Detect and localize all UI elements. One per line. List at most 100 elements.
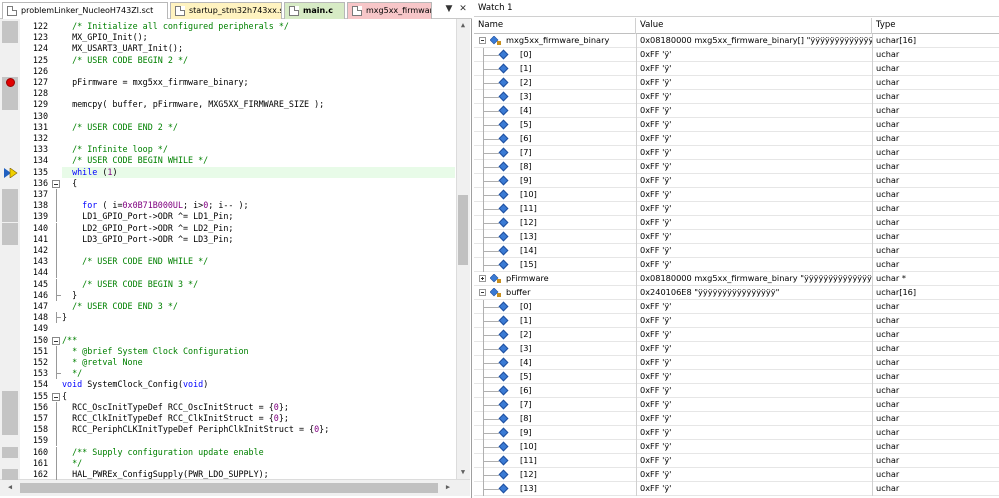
executable-line-marker[interactable] [2,99,18,111]
watch-row[interactable]: [8] 0xFF 'ÿ' uchar [474,412,999,426]
code-line[interactable]: /* Infinite loop */ [62,144,168,155]
watch-value-cell[interactable]: 0xFF 'ÿ' [636,90,872,104]
watch-value-cell[interactable]: 0xFF 'ÿ' [636,48,872,62]
code-line[interactable]: { [62,178,77,189]
watch-value-cell[interactable]: 0x08180000 mxg5xx_firmware_binary[] "ÿÿÿ… [636,34,872,48]
fold-toggle-icon[interactable] [52,178,62,189]
horizontal-scrollbar-thumb[interactable] [20,483,438,493]
executable-line-marker[interactable] [2,424,18,436]
code-line[interactable]: RCC_PeriphCLKInitTypeDef PeriphClkInitSt… [62,424,329,435]
executable-line-marker[interactable] [2,233,18,245]
watch-row[interactable]: pFirmware 0x08180000 mxg5xx_firmware_bina… [474,272,999,286]
executable-line-marker[interactable] [2,390,18,402]
watch-row[interactable]: [8] 0xFF 'ÿ' uchar [474,160,999,174]
watch-value-cell[interactable]: 0xFF 'ÿ' [636,174,872,188]
code-line[interactable]: /* USER CODE BEGIN 2 */ [62,55,188,66]
executable-line-marker[interactable] [2,200,18,212]
close-tab-icon[interactable]: ✕ [457,3,469,15]
code-line[interactable]: /** Supply configuration update enable [62,447,264,458]
watch-row[interactable]: [11] 0xFF 'ÿ' uchar [474,454,999,468]
code-line[interactable]: } [62,290,77,301]
code-line[interactable]: /* USER CODE BEGIN 3 */ [62,279,198,290]
code-line[interactable]: for ( i=0x0B71B000UL; i>0; i-- ); [62,200,248,211]
watch-value-cell[interactable]: 0xFF 'ÿ' [636,146,872,160]
watch-row[interactable]: [14] 0xFF 'ÿ' uchar [474,244,999,258]
executable-line-marker[interactable] [2,401,18,413]
watch-row[interactable]: [3] 0xFF 'ÿ' uchar [474,342,999,356]
code-line[interactable]: /* USER CODE END WHILE */ [62,256,208,267]
watch-row[interactable]: buffer 0x240106E8 "ÿÿÿÿÿÿÿÿÿÿÿÿÿÿÿÿ" uchar… [474,286,999,300]
code-line[interactable]: RCC_OscInitTypeDef RCC_OscInitStruct = {… [62,402,289,413]
watch-row[interactable]: [9] 0xFF 'ÿ' uchar [474,426,999,440]
editor-tab[interactable]: mxg5xx_firmware.h [347,2,432,19]
code-line[interactable]: * @retval None [62,357,143,368]
tab-list-dropdown-icon[interactable]: ▼ [443,3,455,15]
collapse-icon[interactable] [479,289,486,296]
watch-row[interactable]: [11] 0xFF 'ÿ' uchar [474,202,999,216]
watch-value-cell[interactable]: 0xFF 'ÿ' [636,398,872,412]
breakpoint-icon[interactable] [6,78,15,87]
watch-value-cell[interactable]: 0xFF 'ÿ' [636,118,872,132]
watch-value-cell[interactable]: 0xFF 'ÿ' [636,426,872,440]
scroll-down-arrow-icon[interactable]: ▼ [457,468,469,476]
executable-line-marker[interactable] [2,32,18,44]
code-line[interactable]: LD2_GPIO_Port->ODR ^= LD2_Pin; [62,223,233,234]
watch-row[interactable]: [3] 0xFF 'ÿ' uchar [474,90,999,104]
executable-line-marker[interactable] [2,413,18,424]
code-line[interactable]: } [62,312,67,323]
column-header-value[interactable]: Value [636,18,872,34]
watch-row[interactable]: [2] 0xFF 'ÿ' uchar [474,76,999,90]
scroll-right-arrow-icon[interactable]: ▶ [442,483,454,491]
watch-value-cell[interactable]: 0xFF 'ÿ' [636,384,872,398]
executable-line-marker[interactable] [2,222,18,234]
fold-toggle-icon[interactable] [52,391,62,402]
watch-row[interactable]: [10] 0xFF 'ÿ' uchar [474,440,999,454]
watch-value-cell[interactable]: 0xFF 'ÿ' [636,468,872,482]
code-line[interactable]: LD3_GPIO_Port->ODR ^= LD3_Pin; [62,234,233,245]
executable-line-marker[interactable] [2,88,18,100]
watch-value-cell[interactable]: 0xFF 'ÿ' [636,412,872,426]
expand-icon[interactable] [479,275,486,282]
watch-row[interactable]: [0] 0xFF 'ÿ' uchar [474,300,999,314]
collapse-icon[interactable] [479,37,486,44]
watch-row[interactable]: mxg5xx_firmware_binary 0x08180000 mxg5xx_… [474,34,999,48]
watch-value-cell[interactable]: 0xFF 'ÿ' [636,258,872,272]
watch-row[interactable]: [9] 0xFF 'ÿ' uchar [474,174,999,188]
watch-value-cell[interactable]: 0x240106E8 "ÿÿÿÿÿÿÿÿÿÿÿÿÿÿÿÿ" [636,286,872,300]
code-line[interactable]: /* USER CODE END 2 */ [62,122,178,133]
watch-row[interactable]: [6] 0xFF 'ÿ' uchar [474,384,999,398]
executable-line-marker[interactable] [2,446,18,458]
scroll-up-arrow-icon[interactable]: ▲ [457,21,469,29]
code-line[interactable]: */ [62,368,82,379]
code-line[interactable]: /* Initialize all configured peripherals… [62,21,289,32]
code-editor[interactable]: ▲ ▼ ◀ ▶ 122 /* Initialize all configured… [0,19,472,498]
editor-tab[interactable]: startup_stm32h743xx.s [170,2,282,19]
executable-line-marker[interactable] [2,211,18,223]
watch-row[interactable]: [7] 0xFF 'ÿ' uchar [474,146,999,160]
watch-row[interactable]: [12] 0xFF 'ÿ' uchar [474,468,999,482]
code-line[interactable]: HAL_PWREx_ConfigSupply(PWR_LDO_SUPPLY); [62,469,269,480]
watch-value-cell[interactable]: 0xFF 'ÿ' [636,244,872,258]
code-line[interactable]: LD1_GPIO_Port->ODR ^= LD1_Pin; [62,211,233,222]
code-line[interactable]: /* USER CODE END 3 */ [62,301,178,312]
watch-row[interactable]: [10] 0xFF 'ÿ' uchar [474,188,999,202]
watch-value-cell[interactable]: 0xFF 'ÿ' [636,314,872,328]
watch-row[interactable]: [7] 0xFF 'ÿ' uchar [474,398,999,412]
watch-value-cell[interactable]: 0xFF 'ÿ' [636,370,872,384]
watch-row[interactable]: [0] 0xFF 'ÿ' uchar [474,48,999,62]
watch-row[interactable]: [12] 0xFF 'ÿ' uchar [474,216,999,230]
code-line[interactable]: void SystemClock_Config(void) [62,379,208,390]
watch-value-cell[interactable]: 0xFF 'ÿ' [636,342,872,356]
code-line[interactable]: MX_GPIO_Init(); [62,32,148,43]
watch-value-cell[interactable]: 0xFF 'ÿ' [636,62,872,76]
code-line[interactable]: { [62,391,67,402]
watch-value-cell[interactable]: 0xFF 'ÿ' [636,160,872,174]
watch-row[interactable]: [2] 0xFF 'ÿ' uchar [474,328,999,342]
code-line[interactable]: MX_USART3_UART_Init(); [62,43,183,54]
watch-value-cell[interactable]: 0xFF 'ÿ' [636,300,872,314]
watch-value-cell[interactable]: 0xFF 'ÿ' [636,104,872,118]
watch-row[interactable]: [5] 0xFF 'ÿ' uchar [474,118,999,132]
watch-value-cell[interactable]: 0xFF 'ÿ' [636,454,872,468]
vertical-scrollbar-thumb[interactable] [458,195,468,265]
watch-value-cell[interactable]: 0xFF 'ÿ' [636,76,872,90]
